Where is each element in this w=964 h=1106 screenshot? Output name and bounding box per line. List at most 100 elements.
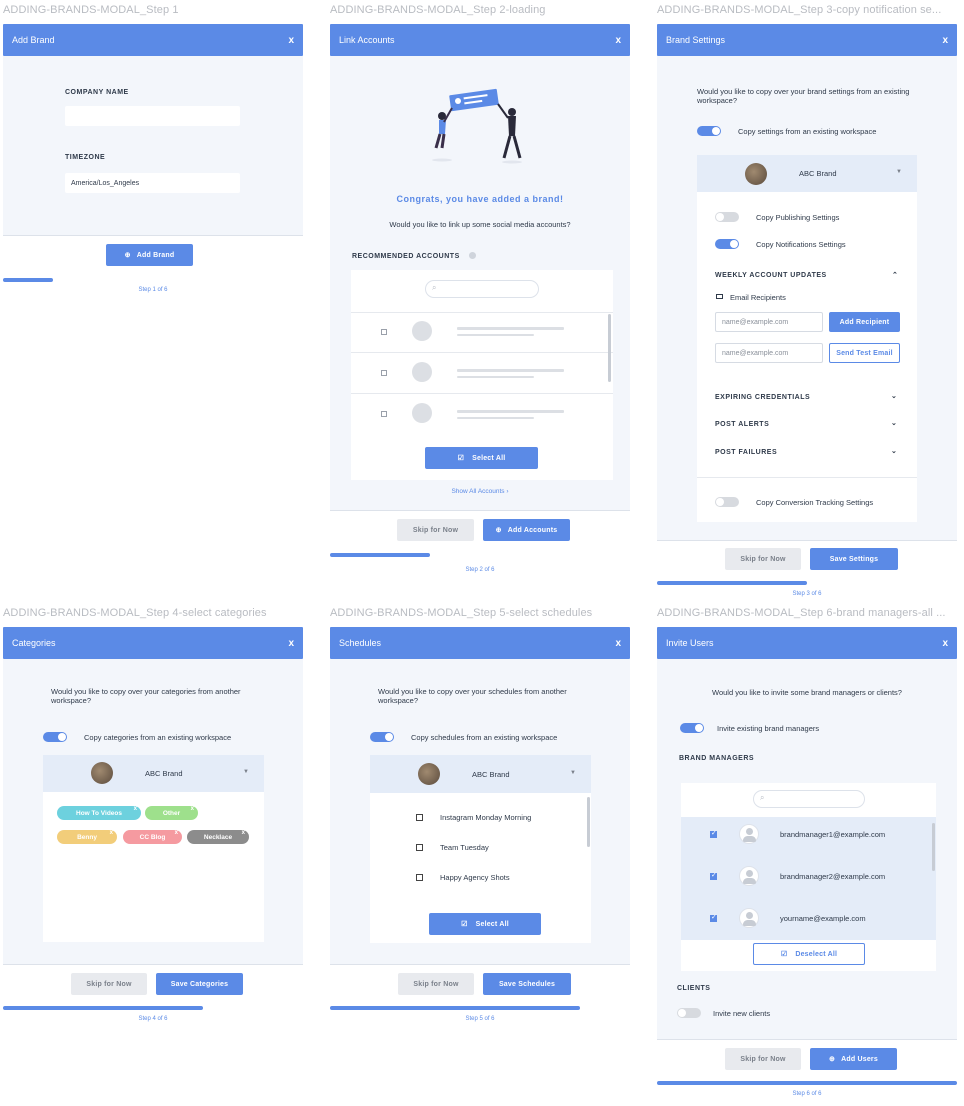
skip-button[interactable]: Skip for Now bbox=[398, 973, 474, 995]
close-icon[interactable]: x bbox=[288, 35, 294, 46]
category-tag[interactable]: CC Blog x bbox=[123, 830, 182, 844]
invite-managers-toggle[interactable] bbox=[680, 723, 704, 733]
account-checkbox[interactable] bbox=[381, 411, 387, 417]
publishing-toggle[interactable] bbox=[715, 212, 739, 222]
copy-categories-toggle[interactable] bbox=[43, 732, 67, 742]
category-tag[interactable]: Necklace x bbox=[187, 830, 249, 844]
save-settings-button[interactable]: Save Settings bbox=[810, 548, 898, 570]
account-checkbox[interactable] bbox=[381, 370, 387, 376]
select-all-button[interactable]: ☑ Select All bbox=[429, 913, 541, 935]
add-brand-button[interactable]: ⊕ Add Brand bbox=[106, 244, 193, 266]
manager-email: brandmanager2@example.com bbox=[780, 872, 886, 881]
chevron-up-icon[interactable]: ⌃ bbox=[892, 271, 898, 279]
weekly-updates-section[interactable]: WEEKLY ACCOUNT UPDATES bbox=[715, 272, 827, 279]
test-email-input[interactable]: name@example.com bbox=[715, 343, 823, 363]
close-icon[interactable]: x bbox=[288, 638, 294, 649]
send-test-email-button[interactable]: Send Test Email bbox=[829, 343, 900, 363]
remove-tag-icon[interactable]: x bbox=[242, 830, 245, 836]
recipient-email-input[interactable]: name@example.com bbox=[715, 312, 823, 332]
chevron-down-icon[interactable]: ⌄ bbox=[891, 392, 897, 400]
close-icon[interactable]: x bbox=[942, 638, 948, 649]
schedule-checkbox[interactable] bbox=[416, 814, 423, 821]
chevron-down-icon[interactable]: ⌄ bbox=[891, 419, 897, 427]
brand-select[interactable]: ABC Brand ▼ bbox=[697, 155, 917, 192]
close-icon[interactable]: x bbox=[615, 35, 621, 46]
show-all-accounts-link[interactable]: Show All Accounts › bbox=[330, 488, 630, 496]
close-icon[interactable]: x bbox=[942, 35, 948, 46]
list-scrollbar[interactable] bbox=[587, 797, 590, 847]
manager-checkbox[interactable] bbox=[710, 913, 717, 922]
copy-settings-toggle[interactable] bbox=[697, 126, 721, 136]
modal-header: Add Brand x bbox=[3, 24, 303, 56]
invite-clients-toggle[interactable] bbox=[677, 1008, 701, 1018]
schedule-name: Team Tuesday bbox=[440, 843, 489, 852]
timezone-select[interactable]: America/Los_Angeles bbox=[65, 173, 240, 193]
add-users-label: Add Users bbox=[841, 1055, 878, 1063]
notifications-label: Copy Notifications Settings bbox=[756, 240, 846, 249]
modal-header: Link Accounts x bbox=[330, 24, 630, 56]
step-indicator: Step 2 of 6 bbox=[465, 567, 495, 573]
close-icon[interactable]: x bbox=[615, 638, 621, 649]
clients-label: CLIENTS bbox=[677, 985, 711, 992]
schedule-checkbox[interactable] bbox=[416, 874, 423, 881]
conversion-toggle[interactable] bbox=[715, 497, 739, 507]
remove-tag-icon[interactable]: x bbox=[110, 830, 113, 836]
account-avatar bbox=[412, 321, 432, 341]
category-tag[interactable]: Other x bbox=[145, 806, 198, 820]
chevron-down-icon[interactable]: ⌄ bbox=[891, 447, 897, 455]
modal-header: Schedules x bbox=[330, 627, 630, 659]
invite-question: Would you like to invite some brand mana… bbox=[712, 688, 902, 697]
deselect-all-button[interactable]: ☑ Deselect All bbox=[753, 943, 865, 965]
account-checkbox[interactable] bbox=[381, 329, 387, 335]
manager-email: brandmanager1@example.com bbox=[780, 830, 886, 839]
notifications-toggle[interactable] bbox=[715, 239, 739, 249]
skip-button[interactable]: Skip for Now bbox=[725, 1048, 801, 1070]
modal-body: Congrats, you have added a brand! Would … bbox=[330, 56, 630, 510]
category-tag[interactable]: Benny x bbox=[57, 830, 117, 844]
add-users-button[interactable]: ⊕ Add Users bbox=[810, 1048, 897, 1070]
chevron-right-icon: › bbox=[506, 488, 509, 495]
expiring-credentials-section[interactable]: EXPIRING CREDENTIALS bbox=[715, 394, 810, 401]
add-accounts-button[interactable]: ⊕ Add Accounts bbox=[483, 519, 570, 541]
post-failures-section[interactable]: POST FAILURES bbox=[715, 449, 777, 456]
remove-tag-icon[interactable]: x bbox=[175, 830, 178, 836]
save-categories-button[interactable]: Save Categories bbox=[156, 973, 243, 995]
step-indicator: Step 3 of 6 bbox=[792, 591, 822, 597]
save-schedules-button[interactable]: Save Schedules bbox=[483, 973, 571, 995]
schedule-name: Happy Agency Shots bbox=[440, 873, 510, 882]
select-all-label: Select All bbox=[472, 454, 506, 462]
modal-title: Add Brand bbox=[12, 35, 55, 45]
settings-card: Copy Publishing Settings Copy Notificati… bbox=[697, 192, 917, 522]
footer-divider bbox=[657, 540, 957, 541]
post-alerts-section[interactable]: POST ALERTS bbox=[715, 421, 769, 428]
invite-managers-label: Invite existing brand managers bbox=[717, 724, 820, 733]
accounts-search-input[interactable]: ⌕ bbox=[425, 280, 539, 298]
skip-button[interactable]: Skip for Now bbox=[397, 519, 474, 541]
frame-title: ADDING-BRANDS-MODAL_Step 2-loading bbox=[330, 4, 546, 16]
add-recipient-button[interactable]: Add Recipient bbox=[829, 312, 900, 332]
remove-tag-icon[interactable]: x bbox=[191, 806, 194, 812]
company-name-label: COMPANY NAME bbox=[65, 89, 129, 96]
modal-body: Would you like to copy over your schedul… bbox=[330, 659, 630, 964]
manager-checkbox[interactable] bbox=[710, 829, 717, 838]
manager-checkbox[interactable] bbox=[710, 871, 717, 880]
brand-name: ABC Brand bbox=[799, 169, 837, 178]
schedule-checkbox[interactable] bbox=[416, 844, 423, 851]
copy-schedules-toggle[interactable] bbox=[370, 732, 394, 742]
deselect-all-label: Deselect All bbox=[795, 950, 838, 958]
brand-select[interactable]: ABC Brand ▼ bbox=[43, 755, 264, 792]
remove-tag-icon[interactable]: x bbox=[134, 806, 137, 812]
category-tag[interactable]: How To Videos x bbox=[57, 806, 141, 820]
link-accounts-illustration-icon bbox=[432, 88, 522, 164]
managers-search-input[interactable]: ⌕ bbox=[753, 790, 865, 808]
progress-bar bbox=[3, 278, 53, 282]
skip-button[interactable]: Skip for Now bbox=[725, 548, 801, 570]
list-scrollbar[interactable] bbox=[608, 314, 611, 382]
list-scrollbar[interactable] bbox=[932, 823, 935, 871]
chevron-down-icon: ▼ bbox=[896, 169, 902, 175]
select-all-button[interactable]: ☑ Select All bbox=[425, 447, 538, 469]
company-name-input[interactable] bbox=[65, 106, 240, 126]
skip-button[interactable]: Skip for Now bbox=[71, 973, 147, 995]
brand-select[interactable]: ABC Brand ▼ bbox=[370, 755, 591, 793]
show-all-label: Show All Accounts bbox=[451, 488, 505, 495]
